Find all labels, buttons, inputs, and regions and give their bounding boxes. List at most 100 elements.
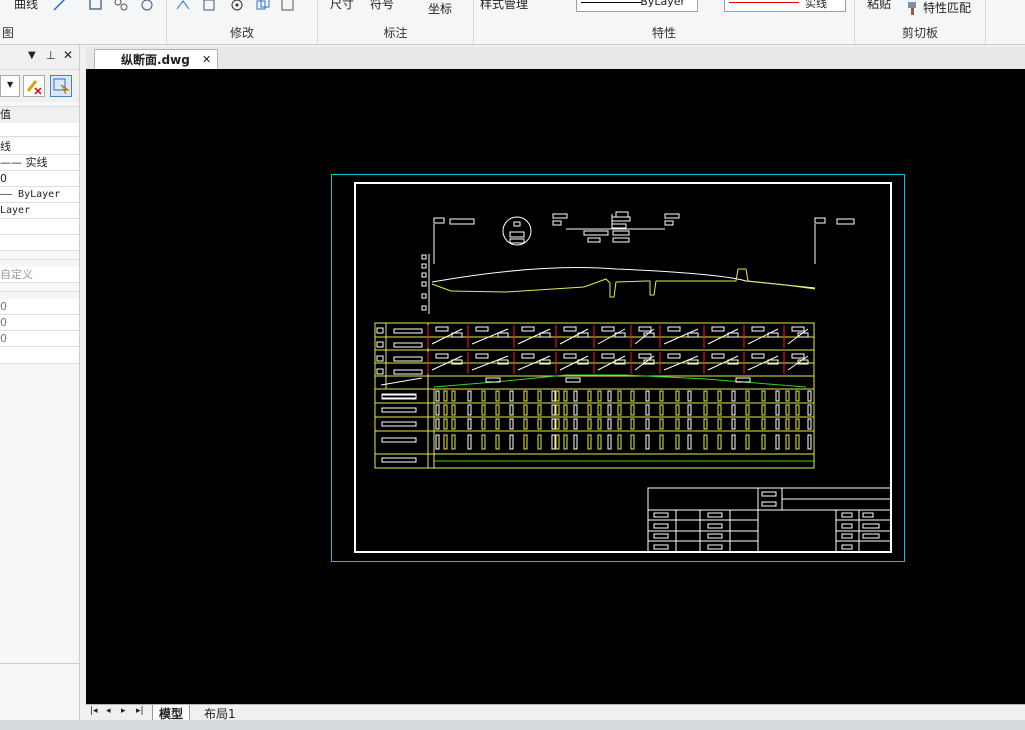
annotations [421, 211, 855, 314]
copy-icon[interactable] [255, 0, 271, 13]
data-tick [807, 418, 812, 430]
data-tick [645, 434, 650, 450]
rectangle-icon[interactable] [88, 0, 104, 13]
label-box [565, 377, 581, 383]
data-tick [597, 434, 602, 450]
data-tick [435, 404, 440, 416]
data-tick [630, 390, 635, 402]
data-tick [659, 404, 664, 416]
data-tick [523, 404, 528, 416]
data-tick [745, 434, 750, 450]
close-icon[interactable]: ✕ [202, 50, 211, 70]
label-box [751, 353, 765, 359]
data-tick [745, 390, 750, 402]
label-box [381, 421, 417, 427]
line-icon[interactable] [52, 0, 68, 13]
data-tick [607, 390, 612, 402]
data-tick [617, 418, 622, 430]
property-value[interactable]: Layer [0, 203, 79, 219]
data-tick [795, 390, 800, 402]
ground-line [431, 267, 816, 289]
select-objects-icon[interactable] [50, 75, 72, 97]
data-tick [509, 404, 514, 416]
label-box [687, 332, 699, 338]
stretch-icon[interactable] [175, 0, 191, 13]
quick-select-icon[interactable] [23, 75, 45, 97]
tab-layout1[interactable]: 布局1 [198, 705, 242, 721]
property-value[interactable]: 0 [0, 299, 79, 315]
hatch-icon[interactable] [113, 0, 129, 13]
data-tick [630, 404, 635, 416]
close-icon[interactable]: ✕ [63, 48, 73, 62]
document-tab[interactable]: 纵断面.dwg ✕ [94, 49, 218, 70]
tab-model[interactable]: 模型 [152, 705, 191, 721]
data-tick [645, 418, 650, 430]
data-tick [745, 404, 750, 416]
label-box [667, 353, 681, 359]
data-tick [659, 434, 664, 450]
linetype-select[interactable]: 实线 [724, 0, 846, 12]
data-tick [509, 390, 514, 402]
edit-icon[interactable] [280, 0, 296, 13]
property-value[interactable] [0, 219, 79, 235]
label-box [376, 327, 384, 334]
ribbon-label-clipboard: 剪切板 [901, 26, 938, 40]
property-value[interactable]: 线 [0, 139, 79, 155]
label-box [711, 353, 725, 359]
data-tick [563, 404, 568, 416]
first-layout-icon[interactable]: |◂ [90, 706, 98, 716]
property-value[interactable]: 0 [0, 315, 79, 331]
ribbon-section-clipboard: 粘贴 特性匹配 剪切板 [855, 0, 986, 44]
label-box [497, 332, 509, 338]
region-icon[interactable] [139, 0, 155, 13]
label-box [393, 369, 423, 375]
next-layout-icon[interactable]: ▸ [121, 706, 126, 716]
label-box [381, 437, 417, 443]
data-tick [795, 434, 800, 450]
label-box [475, 326, 489, 332]
property-value[interactable]: 自定义 [0, 267, 79, 283]
scale-icon[interactable] [201, 0, 217, 13]
data-tick [745, 418, 750, 430]
prev-layout-icon[interactable]: ◂ [106, 706, 111, 716]
data-tick [555, 434, 560, 450]
property-row-empty [0, 347, 79, 364]
data-tick [509, 418, 514, 430]
data-tick [555, 404, 560, 416]
property-value[interactable]: 0 [0, 171, 79, 187]
chevron-down-icon[interactable]: ▼ [28, 50, 36, 61]
data-tick [785, 434, 790, 450]
property-value[interactable] [0, 235, 79, 251]
property-value[interactable]: —— ByLayer [0, 187, 79, 203]
label-box [711, 326, 725, 332]
data-tick [467, 404, 472, 416]
data-tick [607, 404, 612, 416]
coordinate-button[interactable]: 坐标 [428, 0, 452, 17]
pin-icon[interactable]: ⊥ [46, 49, 56, 62]
style-manager-button[interactable]: 样式管理 [480, 0, 528, 12]
label-box [539, 332, 551, 338]
dimension-button[interactable]: 尺寸 [330, 0, 354, 12]
slope-mark [380, 377, 423, 386]
rotate-icon[interactable] [229, 0, 245, 13]
drawing-canvas[interactable] [86, 69, 1025, 704]
last-layout-icon[interactable]: ▸| [136, 706, 144, 716]
ribbon-label-annotate: 标注 [383, 26, 408, 40]
table-marks [376, 325, 814, 463]
data-tick [555, 418, 560, 430]
curve-button[interactable]: 曲线 [14, 0, 38, 12]
symbol-button[interactable]: 符号 [370, 0, 394, 12]
label-box [393, 328, 423, 334]
match-properties-button[interactable]: 特性匹配 [923, 0, 971, 16]
paste-button[interactable]: 粘贴 [867, 0, 891, 12]
property-value[interactable]: 0 [0, 331, 79, 347]
data-tick [495, 418, 500, 430]
data-tick [573, 418, 578, 430]
data-tick [451, 390, 456, 402]
label-box [376, 368, 384, 375]
lineweight-select[interactable]: ByLayer [576, 0, 698, 12]
data-tick [523, 434, 528, 450]
object-select[interactable]: ▼ [0, 75, 20, 97]
property-value[interactable]: —— 实线 [0, 155, 79, 171]
data-tick [573, 404, 578, 416]
